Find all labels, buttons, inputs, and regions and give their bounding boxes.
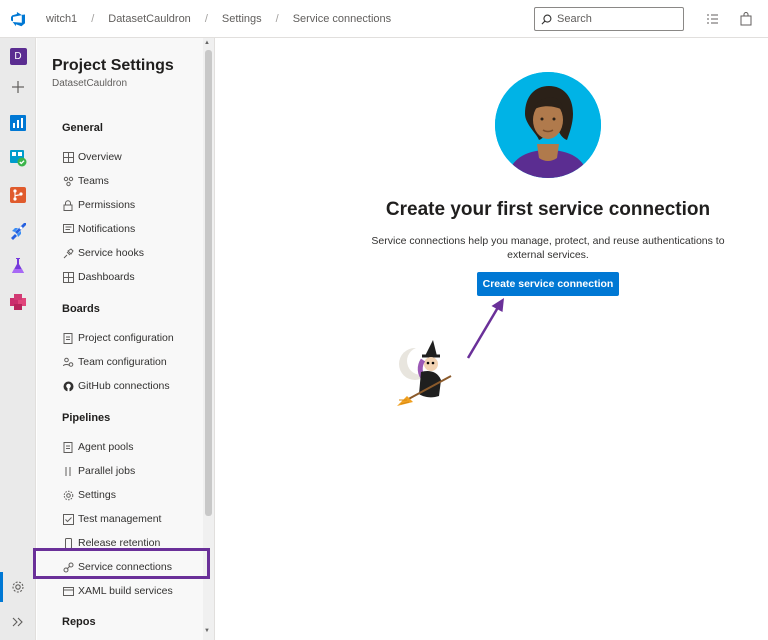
left-nav-rail: D: [0, 38, 36, 640]
marketplace-bag-icon[interactable]: [738, 11, 754, 27]
nav-subtitle: DatasetCauldron: [52, 78, 128, 89]
active-indicator: [0, 572, 3, 602]
section-boards: Boards: [62, 303, 100, 315]
team-gear-icon: [62, 356, 74, 368]
breadcrumb-separator: /: [91, 12, 95, 25]
breadcrumb-settings[interactable]: Settings: [218, 13, 266, 25]
parallel-icon: [62, 465, 74, 477]
nav-item-xaml-build-services[interactable]: XAML build services: [62, 582, 173, 600]
breadcrumb-separator: /: [275, 12, 279, 25]
nav-item-label: Parallel jobs: [78, 465, 136, 477]
repos-icon[interactable]: [6, 183, 30, 207]
nav-item-label: Agent pools: [78, 441, 134, 453]
section-pipelines: Pipelines: [62, 412, 111, 424]
overview-icon: [62, 151, 74, 163]
nav-item-project-configuration[interactable]: Project configuration: [62, 329, 174, 347]
top-bar: witch1 / DatasetCauldron / Settings / Se…: [0, 0, 768, 38]
add-icon[interactable]: [6, 75, 30, 99]
nav-item-label: Project configuration: [78, 332, 174, 344]
github-icon: [62, 380, 74, 392]
breadcrumb: witch1 / DatasetCauldron / Settings / Se…: [36, 13, 395, 25]
nav-item-notifications[interactable]: Notifications: [62, 220, 135, 238]
document-icon: [62, 332, 74, 344]
nav-item-label: Service hooks: [78, 247, 144, 259]
nav-item-label: XAML build services: [78, 585, 173, 597]
nav-item-parallel-jobs[interactable]: Parallel jobs: [62, 462, 135, 480]
dashboard-icon: [62, 271, 74, 283]
nav-item-label: Notifications: [78, 223, 136, 235]
search-placeholder: Search: [557, 13, 592, 25]
nav-item-label: Permissions: [78, 199, 136, 211]
nav-item-label: GitHub connections: [78, 380, 170, 392]
azure-devops-logo-icon[interactable]: [0, 0, 36, 38]
nav-item-label: Overview: [78, 151, 122, 163]
test-management-icon: [62, 513, 74, 525]
boards-icon[interactable]: [6, 111, 30, 135]
pipelines-icon[interactable]: [6, 219, 30, 243]
breadcrumb-org[interactable]: witch1: [42, 13, 81, 25]
nav-item-agent-pools[interactable]: Agent pools: [62, 438, 133, 456]
artifacts-icon[interactable]: [6, 290, 30, 314]
annotation-highlight-box: [33, 548, 210, 579]
nav-item-label: Team configuration: [78, 356, 167, 368]
nav-item-github-connections[interactable]: GitHub connections: [62, 377, 170, 395]
search-icon: [541, 14, 552, 24]
create-service-connection-button[interactable]: Create service connection: [477, 272, 619, 296]
breadcrumb-current[interactable]: Service connections: [289, 13, 395, 25]
person-illustration: [495, 72, 601, 178]
document-icon: [62, 441, 74, 453]
nav-item-label: Dashboards: [78, 271, 135, 283]
empty-state-description: Service connections help you manage, pro…: [371, 235, 725, 261]
nav-item-overview[interactable]: Overview: [62, 148, 122, 166]
teams-icon: [62, 175, 74, 187]
project-initial: D: [9, 47, 27, 65]
list-settings-icon[interactable]: [704, 11, 720, 27]
boards-check-icon[interactable]: [6, 146, 30, 170]
nav-item-dashboards[interactable]: Dashboards: [62, 268, 135, 286]
nav-item-team-configuration[interactable]: Team configuration: [62, 353, 167, 371]
build-icon: [62, 585, 74, 597]
expand-icon[interactable]: [6, 610, 30, 634]
nav-item-teams[interactable]: Teams: [62, 172, 109, 190]
scroll-up-icon[interactable]: ▲: [204, 40, 210, 46]
section-general: General: [62, 122, 103, 134]
breadcrumb-separator: /: [204, 12, 208, 25]
nav-item-service-hooks[interactable]: Service hooks: [62, 244, 144, 262]
notification-icon: [62, 223, 74, 235]
nav-item-permissions[interactable]: Permissions: [62, 196, 135, 214]
settings-gear-icon[interactable]: [6, 575, 30, 599]
test-plans-icon[interactable]: [6, 254, 30, 278]
project-avatar[interactable]: D: [6, 44, 30, 68]
search-input[interactable]: Search: [534, 7, 684, 31]
section-repos: Repos: [62, 616, 96, 628]
nav-item-label: Settings: [78, 489, 116, 501]
scroll-down-icon[interactable]: ▼: [204, 628, 210, 634]
nav-item-label: Teams: [78, 175, 109, 187]
lock-icon: [62, 199, 74, 211]
breadcrumb-project[interactable]: DatasetCauldron: [104, 13, 195, 25]
empty-state-title: Create your first service connection: [385, 199, 711, 220]
nav-item-settings[interactable]: Settings: [62, 486, 116, 504]
gear-icon: [62, 489, 74, 501]
plug-icon: [62, 247, 74, 259]
nav-title: Project Settings: [52, 57, 174, 74]
witch-mascot-icon: [397, 340, 452, 406]
nav-scrollbar-thumb[interactable]: [205, 50, 212, 516]
nav-item-label: Test management: [78, 513, 162, 525]
annotation-arrow-icon: [466, 298, 504, 359]
nav-item-test-management[interactable]: Test management: [62, 510, 161, 528]
